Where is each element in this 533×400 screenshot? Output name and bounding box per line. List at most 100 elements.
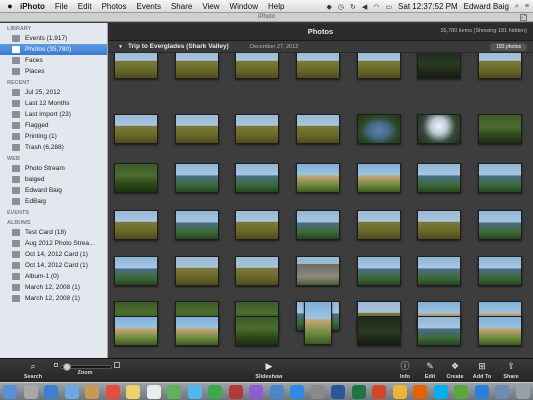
photo-thumbnail[interactable] (296, 114, 340, 144)
photo-thumbnail[interactable] (357, 53, 401, 79)
photo-thumbnail[interactable] (478, 210, 522, 240)
photo-thumbnail[interactable] (175, 53, 219, 79)
downloads-icon[interactable] (495, 385, 509, 399)
sidebar-item-album[interactable]: Test Card (18) (0, 227, 107, 238)
photo-thumbnail[interactable] (114, 256, 158, 286)
photo-thumbnail[interactable] (357, 210, 401, 240)
mail-icon[interactable] (65, 385, 79, 399)
menu-photos[interactable]: Photos (102, 2, 127, 11)
sidebar-item-recent-event[interactable]: Jul 25, 2012 (0, 87, 107, 98)
photo-thumbnail[interactable] (478, 163, 522, 193)
photo-thumbnail[interactable] (114, 114, 158, 144)
photo-thumbnail[interactable] (478, 256, 522, 286)
photo-thumbnail[interactable] (114, 163, 158, 193)
iphoto-icon[interactable] (270, 385, 284, 399)
sidebar-item-photos[interactable]: Photos (35,780) (0, 44, 107, 55)
photo-thumbnail[interactable] (114, 316, 158, 346)
photo-thumbnail[interactable] (417, 316, 461, 346)
photo-thumbnail[interactable] (296, 163, 340, 193)
evernote-icon[interactable] (454, 385, 468, 399)
sidebar-item-web-album[interactable]: EdBaig (0, 196, 107, 207)
spotlight-icon[interactable]: ⌕ (515, 3, 519, 11)
photo-thumbnail[interactable] (417, 53, 461, 79)
finder-icon[interactable] (3, 385, 17, 399)
menu-clock[interactable]: Sat 12:37:52 PM (398, 2, 458, 11)
powerpoint-icon[interactable] (372, 385, 386, 399)
facetime-icon[interactable] (208, 385, 222, 399)
photo-thumbnail[interactable] (357, 114, 401, 144)
photo-thumbnail[interactable] (478, 53, 522, 79)
photo-thumbnail[interactable] (235, 210, 279, 240)
photo-thumbnail[interactable] (235, 316, 279, 346)
sidebar-item-events[interactable]: Events (1,917) (0, 33, 107, 44)
slideshow-button[interactable]: ▶ Slideshow (252, 361, 286, 381)
sidebar-item-folder[interactable]: Album-1 (0) (0, 271, 107, 282)
photo-thumbnail[interactable] (478, 114, 522, 144)
sidebar-item-album[interactable]: March 12, 2008 (1) (0, 282, 107, 293)
search-button[interactable]: ⌕ Search (18, 361, 48, 381)
maps-icon[interactable] (167, 385, 181, 399)
sidebar-item-album[interactable]: Oct 14, 2012 Card (1) (0, 249, 107, 260)
launchpad-icon[interactable] (24, 385, 38, 399)
photo-thumbnail[interactable] (417, 114, 461, 144)
sidebar-item-last-import[interactable]: Last Import (23) (0, 109, 107, 120)
menu-view[interactable]: View (202, 2, 219, 11)
trash-icon[interactable] (516, 385, 530, 399)
photo-thumbnail[interactable] (417, 163, 461, 193)
sidebar-item-printing[interactable]: Printing (1) (0, 131, 107, 142)
add-to-button[interactable]: ⊞ Add To (467, 361, 497, 381)
photo-thumbnail[interactable] (357, 256, 401, 286)
menu-help[interactable]: Help (268, 2, 284, 11)
time-machine-icon[interactable]: ◷ (338, 3, 344, 11)
photo-thumbnail[interactable] (296, 53, 340, 79)
photo-thumbnail[interactable] (175, 316, 219, 346)
photo-thumbnail[interactable] (175, 163, 219, 193)
skype-icon[interactable] (434, 385, 448, 399)
messages-icon[interactable] (188, 385, 202, 399)
calendar-icon[interactable] (106, 385, 120, 399)
event-header[interactable]: ▼ Trip to Everglades (Shark Valley) Dece… (108, 41, 533, 53)
safari-icon[interactable] (44, 385, 58, 399)
sidebar-item-web-album[interactable]: Edward Baig (0, 185, 107, 196)
menu-window[interactable]: Window (230, 2, 258, 11)
volume-icon[interactable]: ◀ (362, 3, 367, 11)
sidebar-item-last-12-months[interactable]: Last 12 Months (0, 98, 107, 109)
firefox-icon[interactable] (413, 385, 427, 399)
sidebar-item-web-album[interactable]: baiged (0, 174, 107, 185)
sidebar-item-album[interactable]: Aug 2012 Photo Strea... (0, 238, 107, 249)
photo-thumbnail[interactable] (114, 210, 158, 240)
sidebar-item-trash[interactable]: Trash (6,288) (0, 142, 107, 153)
create-button[interactable]: ❖ Create (440, 361, 470, 381)
photo-thumbnail[interactable] (296, 210, 340, 240)
menu-events[interactable]: Events (136, 2, 160, 11)
photo-thumbnail[interactable] (417, 256, 461, 286)
menu-user[interactable]: Edward Baig (464, 2, 509, 11)
chrome-icon[interactable] (393, 385, 407, 399)
photo-thumbnail[interactable] (357, 163, 401, 193)
photo-thumbnail[interactable] (235, 114, 279, 144)
photo-thumbnail[interactable] (114, 53, 158, 79)
app-store-icon[interactable] (290, 385, 304, 399)
sidebar-item-faces[interactable]: Faces (0, 55, 107, 66)
share-button[interactable]: ⇪ Share (496, 361, 526, 381)
sync-icon[interactable]: ↻ (350, 3, 356, 11)
photo-booth-icon[interactable] (229, 385, 243, 399)
photo-thumbnail[interactable] (175, 114, 219, 144)
notes-icon[interactable] (126, 385, 140, 399)
itunes-icon[interactable] (249, 385, 263, 399)
dropbox-icon[interactable]: ◆ (327, 3, 332, 11)
photo-thumbnail[interactable] (478, 316, 522, 346)
menu-share[interactable]: Share (171, 2, 192, 11)
menu-edit[interactable]: Edit (78, 2, 92, 11)
photo-thumbnail[interactable] (235, 53, 279, 79)
list-icon[interactable]: ≡ (525, 3, 529, 10)
fullscreen-icon[interactable]: ⤢ (520, 14, 527, 21)
photo-thumbnail[interactable] (304, 301, 332, 345)
reminders-icon[interactable] (147, 385, 161, 399)
battery-icon[interactable]: ▭ (385, 3, 392, 11)
contacts-icon[interactable] (85, 385, 99, 399)
dropbox-icon[interactable] (475, 385, 489, 399)
apple-icon[interactable]: ● (0, 1, 20, 11)
photo-thumbnail[interactable] (175, 256, 219, 286)
excel-icon[interactable] (352, 385, 366, 399)
